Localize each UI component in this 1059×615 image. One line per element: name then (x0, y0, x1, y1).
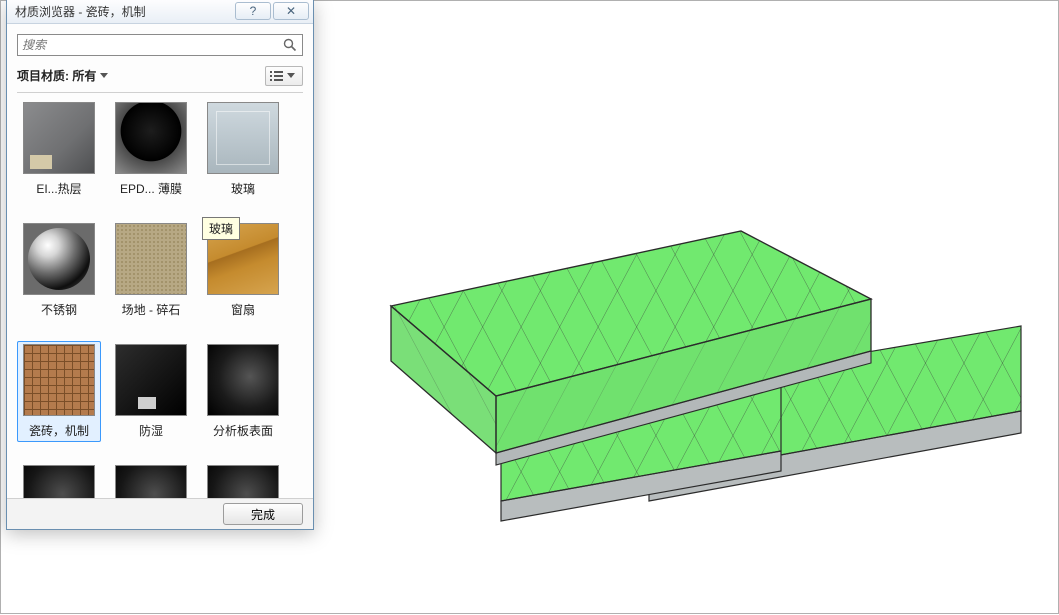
material-thumbnail (207, 102, 279, 174)
material-label: 玻璃 (204, 180, 282, 197)
material-item[interactable]: 分析板表面 (201, 341, 285, 442)
material-browser-dialog: 材质浏览器 - 瓷砖，机制 ? ✕ 项目材质: 所有 EI. (6, 0, 314, 530)
material-thumbnail (115, 344, 187, 416)
material-item[interactable]: 玻璃 (201, 99, 285, 200)
help-icon: ? (250, 4, 257, 18)
material-thumbnail (115, 102, 187, 174)
material-thumbnail (207, 223, 279, 295)
material-label: 场地 - 碎石 (112, 301, 190, 318)
search-input[interactable] (22, 35, 282, 55)
material-item[interactable]: 瓷砖，机制 (17, 341, 101, 442)
material-label: 窗扇 (204, 301, 282, 318)
material-item[interactable] (17, 462, 101, 499)
material-thumbnail (115, 223, 187, 295)
material-thumbnail (23, 223, 95, 295)
titlebar[interactable]: 材质浏览器 - 瓷砖，机制 ? ✕ (7, 0, 313, 24)
search-icon[interactable] (282, 37, 298, 53)
chevron-down-icon (287, 73, 295, 78)
project-filter-dropdown[interactable]: 项目材质: 所有 (17, 67, 108, 84)
material-thumbnail (23, 102, 95, 174)
material-item[interactable] (109, 462, 193, 499)
list-icon (274, 71, 283, 81)
material-item[interactable]: EPD... 薄膜 (109, 99, 193, 200)
search-box[interactable] (17, 34, 303, 56)
window-title: 材质浏览器 - 瓷砖，机制 (15, 3, 146, 20)
material-item[interactable]: 防湿 (109, 341, 193, 442)
done-button-label: 完成 (251, 508, 275, 522)
material-item[interactable] (201, 462, 285, 499)
material-label: 分析板表面 (204, 422, 282, 439)
view-mode-button[interactable] (265, 66, 303, 86)
material-label: 不锈钢 (20, 301, 98, 318)
material-label: EI...热层 (20, 180, 98, 197)
chevron-down-icon (100, 73, 108, 78)
close-button[interactable]: ✕ (273, 2, 309, 20)
material-thumbnail (207, 344, 279, 416)
material-thumbnail (23, 465, 95, 499)
material-item[interactable]: 场地 - 碎石 (109, 220, 193, 321)
help-button[interactable]: ? (235, 2, 271, 20)
material-thumbnail (23, 344, 95, 416)
dialog-footer: 完成 (7, 498, 313, 529)
material-label: EPD... 薄膜 (112, 180, 190, 197)
done-button[interactable]: 完成 (223, 503, 303, 525)
material-label: 瓷砖，机制 (20, 422, 98, 439)
material-label: 防湿 (112, 422, 190, 439)
materials-list[interactable]: EI...热层 EPD... 薄膜玻璃不锈钢场地 - 碎石窗扇瓷砖，机制防湿分析板… (17, 92, 303, 499)
close-icon: ✕ (286, 4, 296, 18)
material-thumbnail (207, 465, 279, 499)
filter-label-text: 项目材质: 所有 (17, 67, 96, 84)
material-item[interactable]: 不锈钢 (17, 220, 101, 321)
material-item[interactable]: 窗扇 (201, 220, 285, 321)
material-thumbnail (115, 465, 187, 499)
material-item[interactable]: EI...热层 (17, 99, 101, 200)
